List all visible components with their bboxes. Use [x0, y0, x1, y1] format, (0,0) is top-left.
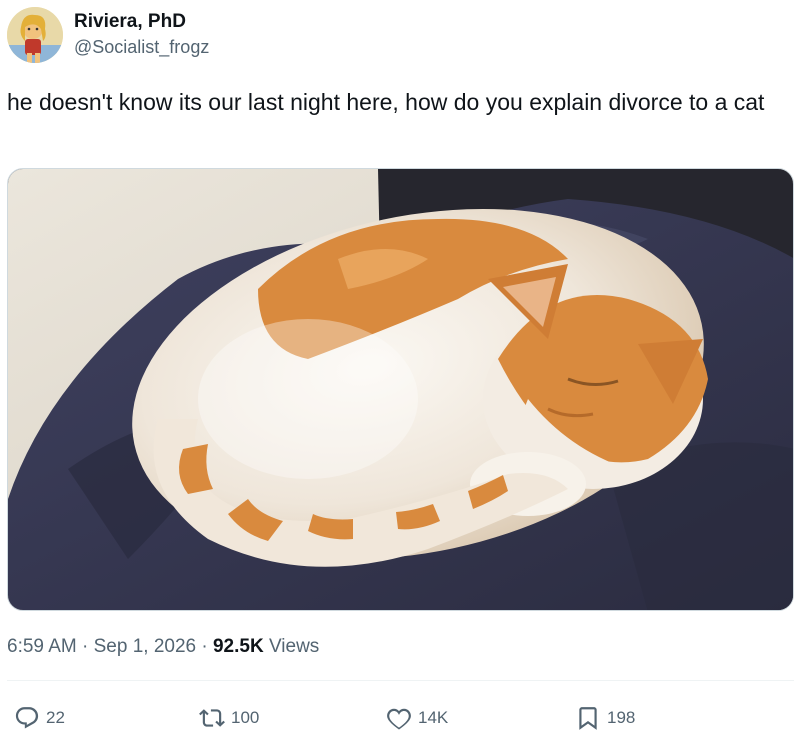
reply-count: 22: [46, 708, 65, 727]
like-count: 14K: [418, 708, 449, 727]
like-button[interactable]: 14K: [386, 702, 448, 734]
bookmark-count: 198: [607, 708, 636, 727]
views-label: Views: [268, 636, 320, 657]
meta-separator: ·: [82, 636, 89, 657]
views-count: 92.5K: [212, 636, 264, 657]
reply-button[interactable]: 22: [14, 702, 65, 734]
tweet-date[interactable]: Sep 1, 2026: [94, 636, 196, 657]
bookmark-icon: [579, 707, 597, 730]
tweet-card: Riviera, PhD @Socialist_frogz he doesn't…: [0, 0, 800, 741]
tweet-text: he doesn't know its our last night here,…: [7, 89, 765, 115]
cat-photo-image: [8, 169, 793, 610]
divider: [7, 680, 794, 681]
tweet-meta: 6:59 AM · Sep 1, 2026 · 92.5K Views: [7, 636, 319, 658]
meta-separator: ·: [201, 636, 208, 657]
retweet-button[interactable]: 100: [199, 702, 259, 734]
retweet-count: 100: [231, 708, 260, 727]
avatar[interactable]: [7, 7, 63, 63]
display-name[interactable]: Riviera, PhD: [74, 11, 186, 33]
retweet-icon: [199, 709, 225, 727]
avatar-illustration-icon: [7, 7, 63, 63]
tweet-time[interactable]: 6:59 AM: [7, 636, 77, 657]
heart-icon: [387, 708, 411, 730]
user-handle[interactable]: @Socialist_frogz: [74, 37, 209, 58]
tweet-photo[interactable]: [7, 168, 794, 611]
bookmark-button[interactable]: 198: [575, 702, 635, 734]
reply-icon: [15, 707, 39, 729]
